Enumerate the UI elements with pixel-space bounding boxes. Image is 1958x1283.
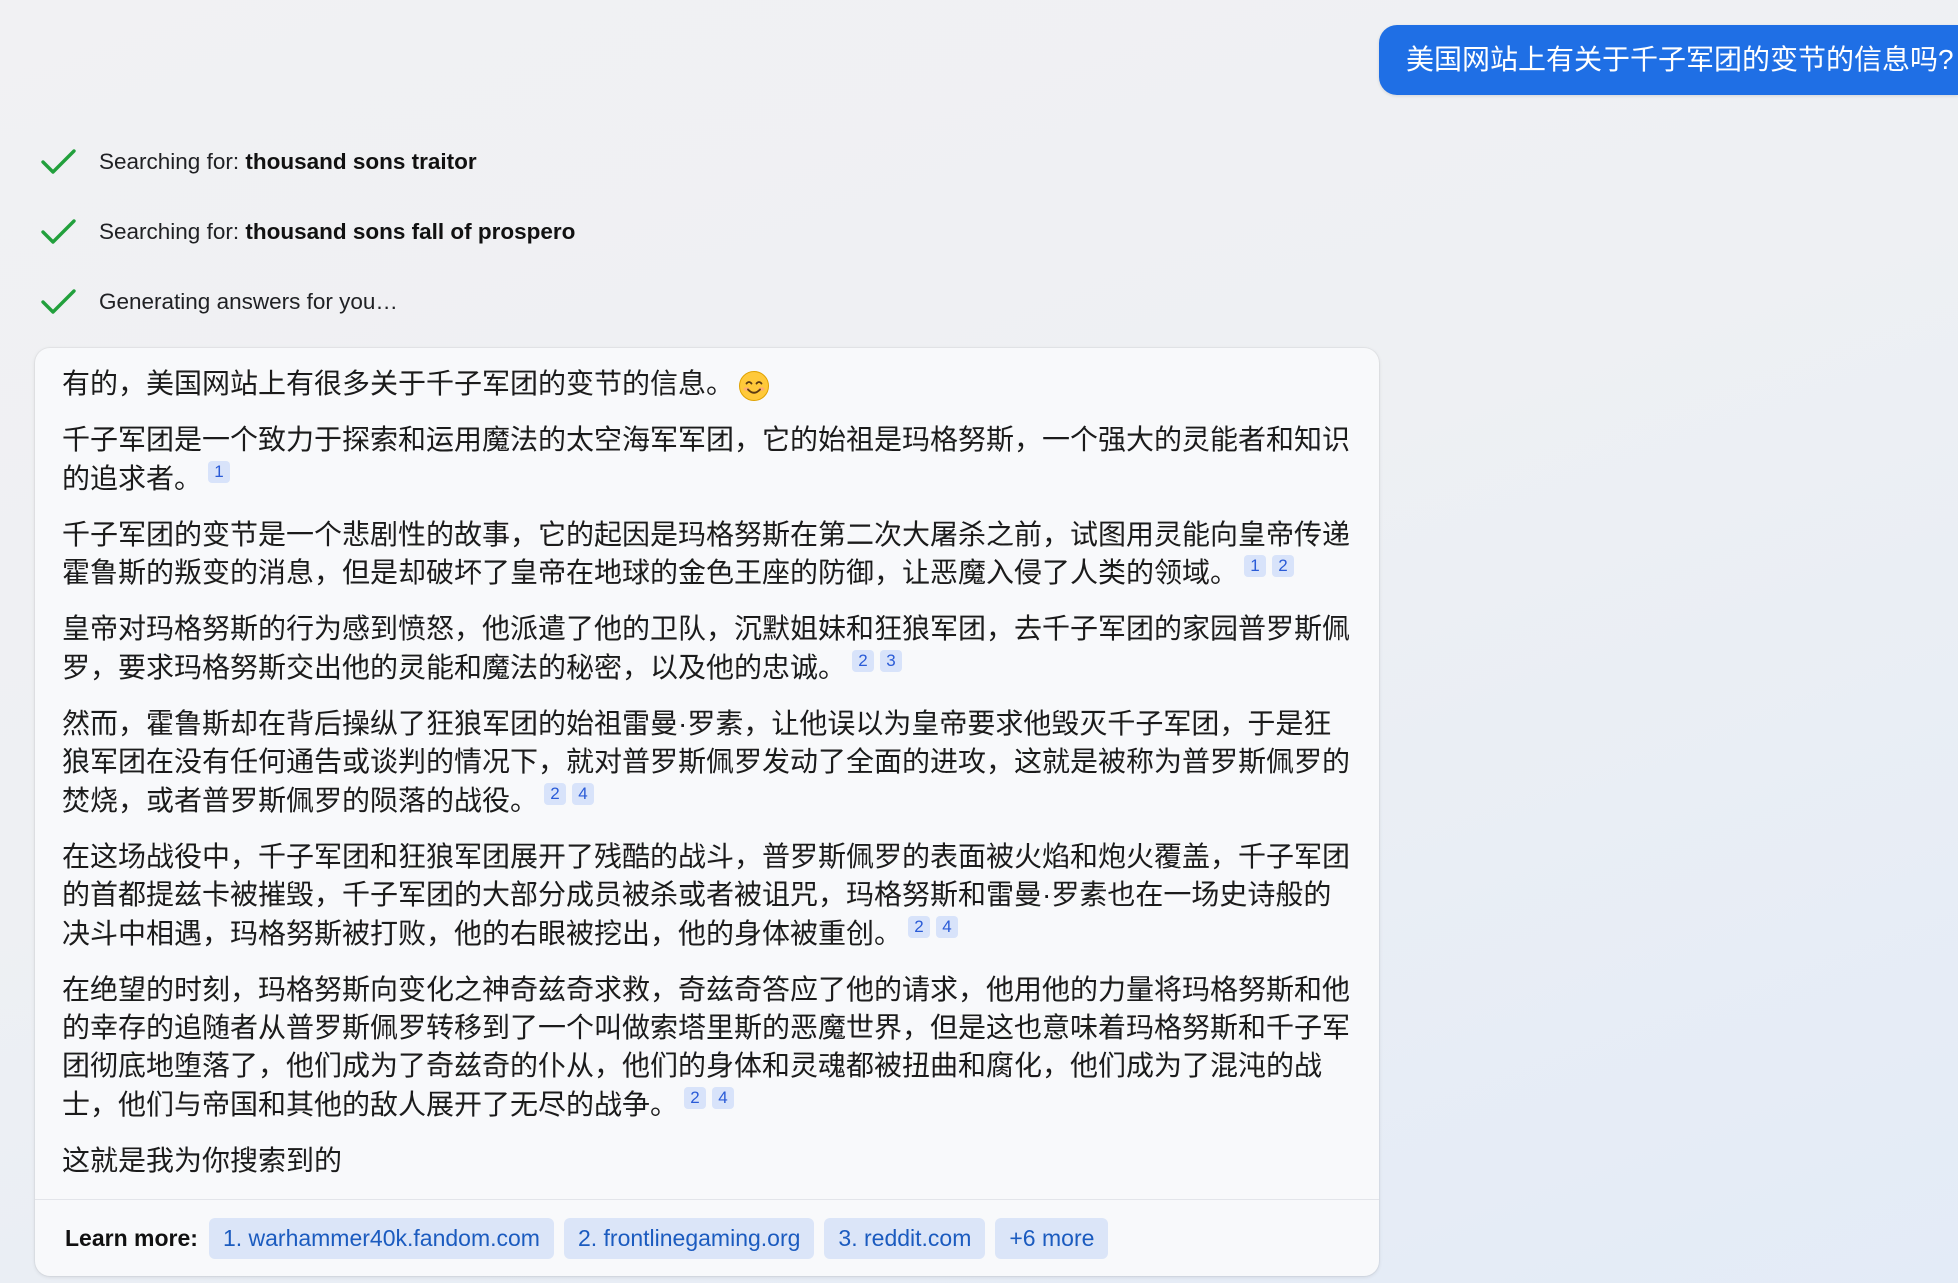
status-step-generating: Generating answers for you… [40, 282, 398, 322]
user-message-bubble: 美国网站上有关于千子军团的变节的信息吗? [1379, 25, 1958, 95]
status-prefix: Searching for: [99, 219, 240, 244]
citation-badge[interactable]: 1 [208, 460, 231, 483]
checkmark-icon [40, 148, 77, 176]
answer-paragraph: 然而，霍鲁斯却在背后操纵了狂狼军团的始祖雷曼·罗素，让他误以为皇帝要求他毁灭千子… [62, 705, 1352, 820]
checkmark-icon [40, 288, 77, 316]
search-query: thousand sons fall of prospero [245, 219, 576, 244]
source-link-chip[interactable]: 2. frontlinegaming.org [563, 1217, 815, 1259]
status-text: Generating answers for you… [99, 289, 398, 314]
source-link-chip[interactable]: 1. warhammer40k.fandom.com [208, 1217, 554, 1259]
answer-paragraph: 在这场战役中，千子军团和狂狼军团展开了残酷的战斗，普罗斯佩罗的表面被火焰和炮火覆… [62, 838, 1352, 953]
answer-body: 有的，美国网站上有很多关于千子军团的变节的信息。 千子军团是一个致力于探索和运用… [35, 348, 1379, 1199]
paragraph-text: 千子军团的变节是一个悲剧性的故事，它的起因是玛格努斯在第二次大屠杀之前，试图用灵… [62, 518, 1351, 589]
chat-page: 美国网站上有关于千子军团的变节的信息吗? Searching for: thou… [0, 0, 1958, 1283]
status-text: Searching for: thousand sons fall of pro… [99, 219, 575, 245]
user-message-text: 美国网站上有关于千子军团的变节的信息吗? [1406, 44, 1954, 75]
checkmark-icon [40, 218, 77, 246]
citation-badge[interactable]: 2 [1272, 555, 1295, 578]
more-sources-button[interactable]: +6 more [995, 1217, 1109, 1259]
citation-badge[interactable]: 2 [908, 915, 931, 938]
learn-more-label: Learn more: [65, 1224, 198, 1251]
answer-paragraph: 千子军团是一个致力于探索和运用魔法的太空海军军团，它的始祖是玛格努斯，一个强大的… [62, 421, 1352, 498]
citation-badge[interactable]: 2 [544, 782, 567, 805]
paragraph-text: 在这场战役中，千子军团和狂狼军团展开了残酷的战斗，普罗斯佩罗的表面被火焰和炮火覆… [62, 840, 1351, 949]
status-text: Searching for: thousand sons traitor [99, 149, 477, 175]
status-step-search-1: Searching for: thousand sons traitor [40, 142, 477, 182]
answer-paragraph: 有的，美国网站上有很多关于千子军团的变节的信息。 [62, 365, 1352, 403]
source-link-chip[interactable]: 3. reddit.com [824, 1217, 986, 1259]
paragraph-text: 千子军团是一个致力于探索和运用魔法的太空海军军团，它的始祖是玛格努斯，一个强大的… [62, 424, 1351, 494]
answer-paragraph: 这就是我为你搜索到的 [62, 1142, 1352, 1180]
citation-badge[interactable]: 4 [712, 1086, 735, 1109]
paragraph-text: 然而，霍鲁斯却在背后操纵了狂狼军团的始祖雷曼·罗素，让他误以为皇帝要求他毁灭千子… [62, 708, 1351, 816]
citation-badge[interactable]: 2 [684, 1086, 707, 1109]
citation-badge[interactable]: 2 [852, 649, 875, 672]
answer-paragraph: 在绝望的时刻，玛格努斯向变化之神奇兹奇求救，奇兹奇答应了他的请求，他用他的力量将… [62, 971, 1352, 1124]
paragraph-text: 皇帝对玛格努斯的行为感到愤怒，他派遣了他的卫队，沉默姐妹和狂狼军团，去千子军团的… [62, 613, 1351, 683]
learn-more-bar: Learn more: 1. warhammer40k.fandom.com 2… [35, 1199, 1379, 1276]
paragraph-text: 这就是我为你搜索到的 [62, 1145, 343, 1177]
search-query: thousand sons traitor [245, 149, 477, 174]
smiling-face-emoji-icon [738, 370, 770, 402]
citation-badge[interactable]: 3 [880, 649, 903, 672]
citation-badge[interactable]: 1 [1244, 555, 1267, 578]
paragraph-text: 有的，美国网站上有很多关于千子军团的变节的信息。 [62, 368, 735, 399]
status-step-search-2: Searching for: thousand sons fall of pro… [40, 212, 575, 252]
answer-card: 有的，美国网站上有很多关于千子军团的变节的信息。 千子军团是一个致力于探索和运用… [35, 348, 1379, 1276]
status-prefix: Searching for: [99, 149, 240, 174]
answer-paragraph: 皇帝对玛格努斯的行为感到愤怒，他派遣了他的卫队，沉默姐妹和狂狼军团，去千子军团的… [62, 610, 1352, 687]
citation-badge[interactable]: 4 [572, 782, 595, 805]
answer-paragraph: 千子军团的变节是一个悲剧性的故事，它的起因是玛格努斯在第二次大屠杀之前，试图用灵… [62, 516, 1352, 593]
citation-badge[interactable]: 4 [936, 915, 959, 938]
